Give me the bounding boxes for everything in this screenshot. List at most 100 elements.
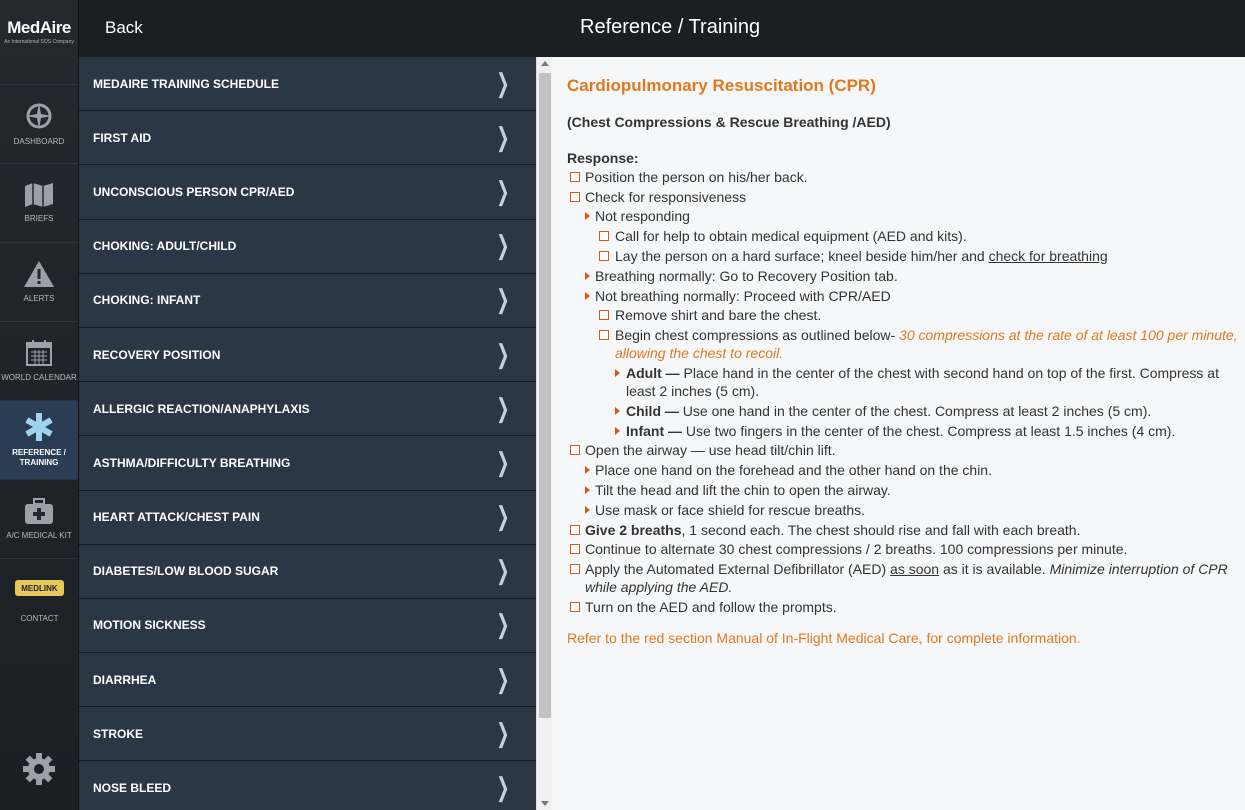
step-item: Position the person on his/her back. bbox=[567, 168, 1245, 186]
topic-item[interactable]: ASTHMA/DIFFICULTY BREATHING ❯ bbox=[79, 436, 536, 491]
chevron-right-icon: ❯ bbox=[496, 773, 510, 804]
sub-step-item: Tilt the head and lift the chin to open … bbox=[567, 481, 1245, 499]
warning-icon bbox=[24, 261, 54, 287]
step-text: Open the airway — use head tilt/chin lif… bbox=[585, 442, 836, 459]
sub-step-item: Use mask or face shield for rescue breat… bbox=[567, 501, 1245, 519]
back-button[interactable]: Back bbox=[105, 18, 143, 38]
medical-star-icon bbox=[25, 413, 53, 441]
bullet-arrow-icon bbox=[585, 212, 590, 221]
rail-item-dashboard[interactable]: DASHBOARD bbox=[0, 85, 78, 164]
checkbox[interactable] bbox=[599, 231, 609, 242]
topic-label: DIABETES/LOW BLOOD SUGAR bbox=[93, 564, 279, 579]
bullet-arrow-icon bbox=[585, 466, 590, 475]
step-item: Apply the Automated External Defibrillat… bbox=[567, 560, 1245, 596]
topic-item[interactable]: MEDAIRE TRAINING SCHEDULE ❯ bbox=[79, 57, 536, 112]
topic-label: ASTHMA/DIFFICULTY BREATHING bbox=[93, 455, 291, 470]
content-scrollbar[interactable] bbox=[536, 57, 552, 810]
topic-item[interactable]: DIABETES/LOW BLOOD SUGAR ❯ bbox=[79, 544, 536, 599]
scroll-up-icon[interactable] bbox=[541, 61, 549, 66]
chevron-right-icon: ❯ bbox=[496, 122, 510, 153]
chevron-right-icon: ❯ bbox=[496, 664, 510, 695]
topic-item[interactable]: CHOKING: ADULT/CHILD ❯ bbox=[79, 219, 536, 274]
topic-item[interactable]: ALLERGIC REACTION/ANAPHYLAXIS ❯ bbox=[79, 382, 536, 437]
topic-item[interactable]: MOTION SICKNESS ❯ bbox=[79, 598, 536, 654]
sub-step-item: Place one hand on the forehead and the o… bbox=[567, 461, 1245, 479]
chevron-right-icon: ❯ bbox=[496, 502, 510, 533]
step-text: Place hand in the center of the chest wi… bbox=[626, 364, 1219, 399]
step-item: Continue to alternate 30 chest compressi… bbox=[567, 540, 1245, 558]
rail-item-briefs[interactable]: BRIEFS bbox=[0, 164, 78, 243]
checkbox[interactable] bbox=[570, 601, 580, 612]
topic-label: HEART ATTACK/CHEST PAIN bbox=[93, 510, 260, 525]
response-label: Response: bbox=[567, 150, 639, 166]
topic-item[interactable]: NOSE BLEED ❯ bbox=[79, 761, 536, 810]
topic-label: STROKE bbox=[93, 726, 144, 741]
step-text: as it is available. bbox=[939, 561, 1050, 578]
step-text: Not responding bbox=[595, 208, 690, 225]
step-text: Lay the person on a hard surface; kneel … bbox=[615, 247, 989, 264]
step-item: Check for responsiveness bbox=[567, 188, 1245, 206]
step-item: Turn on the AED and follow the prompts. bbox=[567, 598, 1245, 616]
checkbox[interactable] bbox=[570, 171, 580, 182]
chevron-right-icon: ❯ bbox=[496, 718, 510, 749]
checkbox[interactable] bbox=[570, 544, 580, 555]
content-subtitle: (Chest Compressions & Rescue Breathing /… bbox=[567, 114, 891, 130]
bullet-arrow-icon bbox=[585, 291, 590, 300]
scroll-down-icon[interactable] bbox=[541, 801, 549, 806]
rail-item-world-calendar[interactable]: WORLD CALENDAR bbox=[0, 322, 78, 401]
checkbox[interactable] bbox=[570, 564, 580, 575]
contact-link[interactable]: CONTACT bbox=[0, 614, 79, 623]
topic-item[interactable]: STROKE ❯ bbox=[79, 707, 536, 762]
topic-item[interactable]: RECOVERY POSITION ❯ bbox=[79, 327, 536, 383]
step-text: Turn on the AED and follow the prompts. bbox=[585, 598, 837, 615]
topic-label: CHOKING: INFANT bbox=[93, 293, 201, 308]
checkbox[interactable] bbox=[570, 524, 580, 535]
rail-item-alerts[interactable]: ALERTS bbox=[0, 243, 78, 322]
topic-label: DIARRHEA bbox=[93, 672, 157, 687]
check-for-breathing-link[interactable]: check for breathing bbox=[989, 248, 1108, 264]
step-item: Open the airway — use head tilt/chin lif… bbox=[567, 441, 1245, 459]
step-text: Place one hand on the forehead and the o… bbox=[595, 462, 992, 479]
chevron-right-icon: ❯ bbox=[496, 68, 510, 99]
topic-item[interactable]: HEART ATTACK/CHEST PAIN ❯ bbox=[79, 490, 536, 545]
topic-label: NOSE BLEED bbox=[93, 781, 172, 796]
rail-item-reference-training[interactable]: REFERENCE / TRAINING bbox=[0, 401, 78, 480]
sub-step-item: Not responding bbox=[567, 207, 1245, 225]
rail-label-dashboard: DASHBOARD bbox=[13, 137, 65, 146]
step-item: Begin chest compressions as outlined bel… bbox=[567, 326, 1245, 362]
checkbox[interactable] bbox=[599, 310, 609, 321]
step-text: , 1 second each. The chest should rise a… bbox=[681, 521, 1081, 538]
rail-item-medical-kit[interactable]: A/C MEDICAL KIT bbox=[0, 480, 78, 559]
checkbox[interactable] bbox=[570, 191, 580, 202]
step-item: Lay the person on a hard surface; kneel … bbox=[567, 247, 1245, 265]
gear-icon[interactable] bbox=[22, 752, 56, 786]
chevron-right-icon: ❯ bbox=[496, 339, 510, 370]
bullet-arrow-icon bbox=[615, 406, 620, 415]
step-text: Begin chest compressions as outlined bel… bbox=[615, 327, 900, 344]
topic-item[interactable]: CHOKING: INFANT ❯ bbox=[79, 273, 536, 328]
topic-item[interactable]: UNCONSCIOUS PERSON CPR/AED ❯ bbox=[79, 165, 536, 220]
step-text: Check for responsiveness bbox=[585, 188, 747, 205]
medaire-logo[interactable]: MedAire An International SOS Company bbox=[0, 0, 78, 85]
as-soon-link[interactable]: as soon bbox=[890, 561, 939, 577]
step-item: Call for help to obtain medical equipmen… bbox=[567, 227, 1245, 245]
page-title: Reference / Training bbox=[580, 16, 761, 38]
chevron-right-icon: ❯ bbox=[496, 393, 510, 424]
topic-item[interactable]: DIARRHEA ❯ bbox=[79, 653, 536, 708]
topic-label: FIRST AID bbox=[93, 130, 152, 145]
topic-item[interactable]: FIRST AID ❯ bbox=[79, 111, 536, 166]
give-breaths-label: Give 2 breaths bbox=[585, 521, 682, 538]
topic-list: MEDAIRE TRAINING SCHEDULE ❯ FIRST AID ❯ UN… bbox=[79, 57, 536, 810]
adult-label: Adult — bbox=[626, 364, 680, 381]
medlink-button[interactable]: MEDLINK bbox=[15, 580, 64, 596]
topic-label: MEDAIRE TRAINING SCHEDULE bbox=[93, 76, 280, 91]
checkbox[interactable] bbox=[599, 250, 609, 261]
topic-label: ALLERGIC REACTION/ANAPHYLAXIS bbox=[93, 401, 310, 416]
map-icon bbox=[25, 183, 53, 207]
checkbox[interactable] bbox=[599, 330, 609, 341]
chevron-right-icon: ❯ bbox=[496, 447, 510, 478]
checkbox[interactable] bbox=[570, 445, 580, 456]
bullet-arrow-icon bbox=[585, 505, 590, 514]
sub-step-item: Not breathing normally: Proceed with CPR… bbox=[567, 287, 1245, 305]
scroll-thumb[interactable] bbox=[539, 73, 551, 718]
